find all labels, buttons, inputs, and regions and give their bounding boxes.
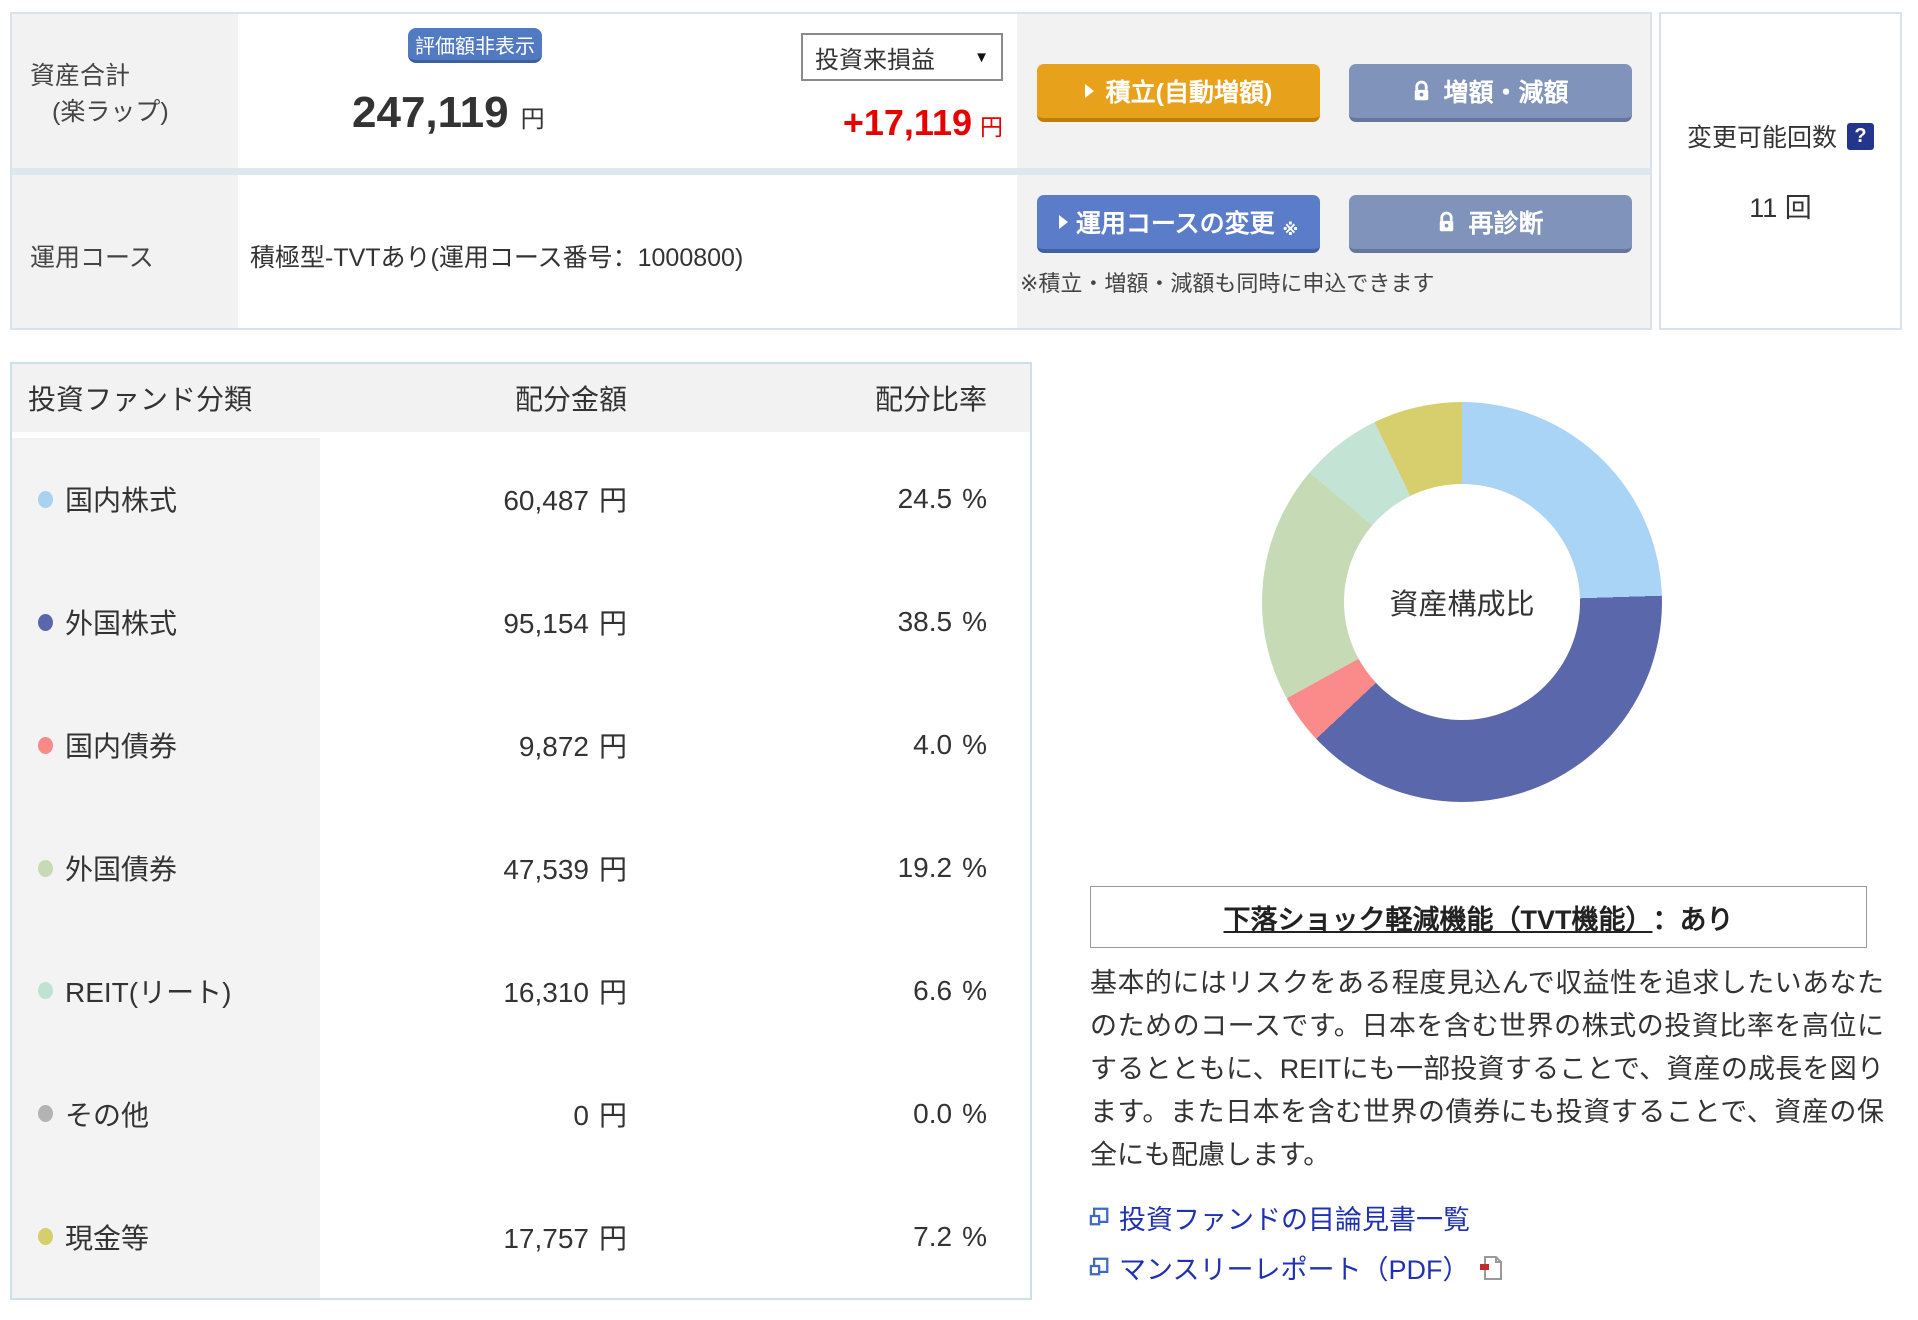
rediagnosis-button-label: 再診断 bbox=[1468, 210, 1544, 238]
allocation-amount: 17,757 円 bbox=[503, 1222, 627, 1254]
allocation-table-body: 国内株式 60,487 円 24.5% 外国株式 95,154 円 38.5% 国内… bbox=[12, 438, 1030, 1298]
table-row: 外国債券 47,539 円 19.2% bbox=[12, 807, 1030, 930]
arrow-right-icon bbox=[1084, 84, 1094, 98]
table-row: 現金等 17,757 円 7.2% bbox=[12, 1175, 1030, 1298]
category-color-dot bbox=[38, 859, 53, 877]
asset-total-label-line2: (楽ラップ) bbox=[52, 98, 169, 126]
table-row: 外国株式 95,154 円 38.5% bbox=[12, 561, 1030, 684]
course-change-button-label: 運用コースの変更 bbox=[1075, 210, 1275, 238]
change-count-number: 11 bbox=[1749, 193, 1778, 223]
fund-allocation-table: 投資ファンド分類 配分金額 配分比率 国内株式 60,487 円 24.5% 外国… bbox=[10, 362, 1032, 1300]
category-color-dot bbox=[38, 613, 53, 631]
category-color-dot bbox=[38, 490, 53, 508]
document-links: 投資ファンドの目論見書一覧 マンスリーレポート（PDF） bbox=[1088, 1198, 1503, 1287]
allocation-ratio: 24.5% bbox=[897, 483, 987, 515]
pdf-icon bbox=[1479, 1255, 1503, 1281]
hide-valuation-button[interactable]: 評価額非表示 bbox=[408, 28, 542, 63]
allocation-amount: 60,487 円 bbox=[503, 485, 627, 517]
category-color-dot bbox=[38, 1105, 53, 1123]
allocation-amount: 16,310 円 bbox=[503, 976, 627, 1008]
prospectus-link[interactable]: 投資ファンドの目論見書一覧 bbox=[1088, 1198, 1503, 1237]
monthly-report-link[interactable]: マンスリーレポート（PDF） bbox=[1088, 1248, 1503, 1287]
header-fund-category: 投資ファンド分類 bbox=[28, 384, 253, 415]
profit-value: +17,119 bbox=[842, 102, 972, 143]
header-allocation-amount: 配分金額 bbox=[514, 384, 627, 415]
category-color-dot bbox=[38, 1228, 53, 1246]
arrow-right-icon bbox=[1058, 215, 1068, 229]
chevron-down-icon: ▼ bbox=[974, 48, 989, 66]
donut-hole: 資産構成比 bbox=[1344, 484, 1580, 720]
allocation-ratio: 19.2% bbox=[897, 852, 987, 883]
asset-total-amount: 247,119 円 bbox=[352, 88, 545, 138]
asset-total-label-line1: 資産合計 bbox=[30, 62, 131, 90]
category-label: 国内株式 bbox=[65, 485, 178, 517]
course-description: 基本的にはリスクをある程度見込んで収益性を追求したいあなたのためのコースです。日… bbox=[1090, 968, 1884, 1170]
table-row: その他 0円 0.0% bbox=[12, 1052, 1030, 1175]
profit-period-select[interactable]: 投資来損益 ▼ bbox=[801, 33, 1003, 81]
profit-unit: 円 bbox=[980, 114, 1003, 140]
help-icon[interactable]: ? bbox=[1847, 122, 1874, 150]
tvt-feature-title: 下落ショック軽減機能（TVT機能） bbox=[1223, 904, 1653, 935]
profit-amount: +17,119 円 bbox=[653, 102, 1003, 144]
allocation-ratio: 7.2% bbox=[913, 1220, 987, 1252]
category-label: 外国債券 bbox=[65, 854, 178, 885]
allocation-ratio: 38.5% bbox=[897, 606, 987, 638]
asset-total-label: 資産合計 (楽ラップ) bbox=[30, 58, 169, 130]
asset-composition-donut: 資産構成比 bbox=[1262, 402, 1662, 802]
zogaku-gengaku-button-label: 増額・減額 bbox=[1443, 79, 1569, 107]
monthly-report-link-label: マンスリーレポート（PDF） bbox=[1119, 1255, 1470, 1285]
course-change-note-mark: ※ bbox=[1282, 222, 1299, 239]
simultaneous-application-note: ※積立・増額・減額も同時に申込できます bbox=[1020, 271, 1435, 296]
asset-total-amount-unit: 円 bbox=[520, 106, 545, 133]
course-label: 運用コース bbox=[30, 244, 154, 272]
change-count-value: 11 回 bbox=[1661, 186, 1900, 225]
change-count-header: 変更可能回数 ? bbox=[1661, 118, 1900, 154]
allocation-table-header: 投資ファンド分類 配分金額 配分比率 bbox=[12, 364, 1030, 432]
allocation-amount: 9,872 円 bbox=[518, 731, 627, 763]
allocation-ratio: 6.6% bbox=[913, 974, 987, 1006]
category-label: 現金等 bbox=[65, 1222, 150, 1254]
change-count-label: 変更可能回数 bbox=[1686, 124, 1837, 152]
donut-center-label: 資産構成比 bbox=[1389, 589, 1535, 621]
category-label: REIT(リート) bbox=[65, 976, 232, 1008]
asset-total-amount-value: 247,119 bbox=[352, 88, 509, 137]
allocation-amount: 47,539 円 bbox=[503, 854, 627, 885]
category-label: その他 bbox=[65, 1099, 150, 1131]
lock-icon bbox=[1412, 80, 1431, 103]
header-allocation-ratio: 配分比率 bbox=[874, 384, 987, 415]
change-count-panel: 変更可能回数 ? 11 回 bbox=[1659, 12, 1902, 330]
window-icon bbox=[1088, 1257, 1109, 1278]
zogaku-gengaku-button[interactable]: 増額・減額 bbox=[1349, 64, 1632, 122]
rakuten-wrap-dashboard: 資産合計 (楽ラップ) 評価額非表示 247,119 円 投資来損益 ▼ +17,… bbox=[0, 0, 1918, 1320]
lock-icon bbox=[1437, 211, 1456, 234]
prospectus-link-label: 投資ファンドの目論見書一覧 bbox=[1119, 1205, 1470, 1235]
tsumitate-button-label: 積立(自動増額) bbox=[1105, 79, 1273, 107]
table-row: 国内株式 60,487 円 24.5% bbox=[12, 438, 1030, 561]
category-color-dot bbox=[38, 982, 53, 1000]
course-change-button[interactable]: 運用コースの変更 ※ bbox=[1037, 195, 1320, 253]
course-value: 積極型-TVTあり(運用コース番号：1000800) bbox=[250, 244, 744, 272]
allocation-amount: 0円 bbox=[573, 1099, 627, 1131]
change-count-unit: 回 bbox=[1784, 193, 1812, 223]
rediagnosis-button[interactable]: 再診断 bbox=[1349, 195, 1632, 253]
category-color-dot bbox=[38, 736, 53, 754]
table-row: REIT(リート) 16,310 円 6.6% bbox=[12, 929, 1030, 1052]
category-label: 外国株式 bbox=[65, 608, 178, 640]
row-divider bbox=[12, 168, 1650, 175]
profit-period-selected: 投資来損益 bbox=[815, 46, 935, 74]
allocation-ratio: 4.0% bbox=[913, 729, 987, 761]
tvt-feature-box: 下落ショック軽減機能（TVT機能） ：あり bbox=[1090, 886, 1867, 948]
category-label: 国内債券 bbox=[65, 731, 178, 763]
table-row: 国内債券 9,872 円 4.0% bbox=[12, 684, 1030, 807]
allocation-ratio: 0.0% bbox=[913, 1097, 987, 1129]
asset-summary-panel: 資産合計 (楽ラップ) 評価額非表示 247,119 円 投資来損益 ▼ +17,… bbox=[10, 12, 1652, 330]
tsumitate-button[interactable]: 積立(自動増額) bbox=[1037, 64, 1320, 122]
tvt-feature-value: ：あり bbox=[1652, 904, 1734, 935]
window-icon bbox=[1088, 1207, 1109, 1228]
allocation-amount: 95,154 円 bbox=[503, 608, 627, 640]
